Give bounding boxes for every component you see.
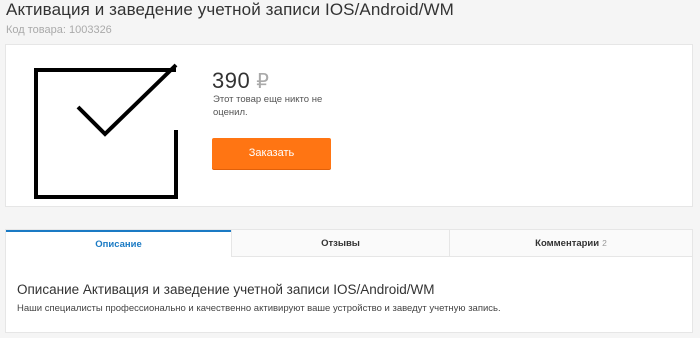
description-title: Описание Активация и заведение учетной з…	[17, 282, 435, 297]
checkmark-in-box-icon	[34, 63, 178, 199]
product-sku: Код товара: 1003326	[6, 24, 112, 36]
price-value: 390	[212, 68, 251, 93]
description-text: Наши специалисты профессионально и качес…	[17, 303, 501, 314]
tab-description[interactable]: Описание	[6, 230, 231, 257]
tabs-panel: Описание Отзывы Комментарии 2 Описание Ак…	[5, 229, 693, 333]
tab-bar: Описание Отзывы Комментарии 2	[6, 230, 692, 257]
comment-count-badge: 2	[602, 238, 607, 248]
tab-reviews[interactable]: Отзывы	[231, 230, 449, 256]
rating-note: Этот товар еще никто не оценил.	[213, 94, 323, 118]
tab-label: Комментарии	[535, 237, 600, 249]
currency-symbol: ₽	[256, 71, 269, 93]
product-title: Активация и заведение учетной записи IOS…	[6, 0, 454, 19]
tab-comments[interactable]: Комментарии 2	[449, 230, 692, 256]
order-button[interactable]: Заказать	[212, 138, 331, 169]
tab-label: Описание	[95, 239, 142, 250]
product-price: 390 ₽	[212, 68, 269, 94]
tab-label: Отзывы	[321, 237, 360, 249]
product-card: 390 ₽ Этот товар еще никто не оценил. Зак…	[5, 44, 693, 207]
